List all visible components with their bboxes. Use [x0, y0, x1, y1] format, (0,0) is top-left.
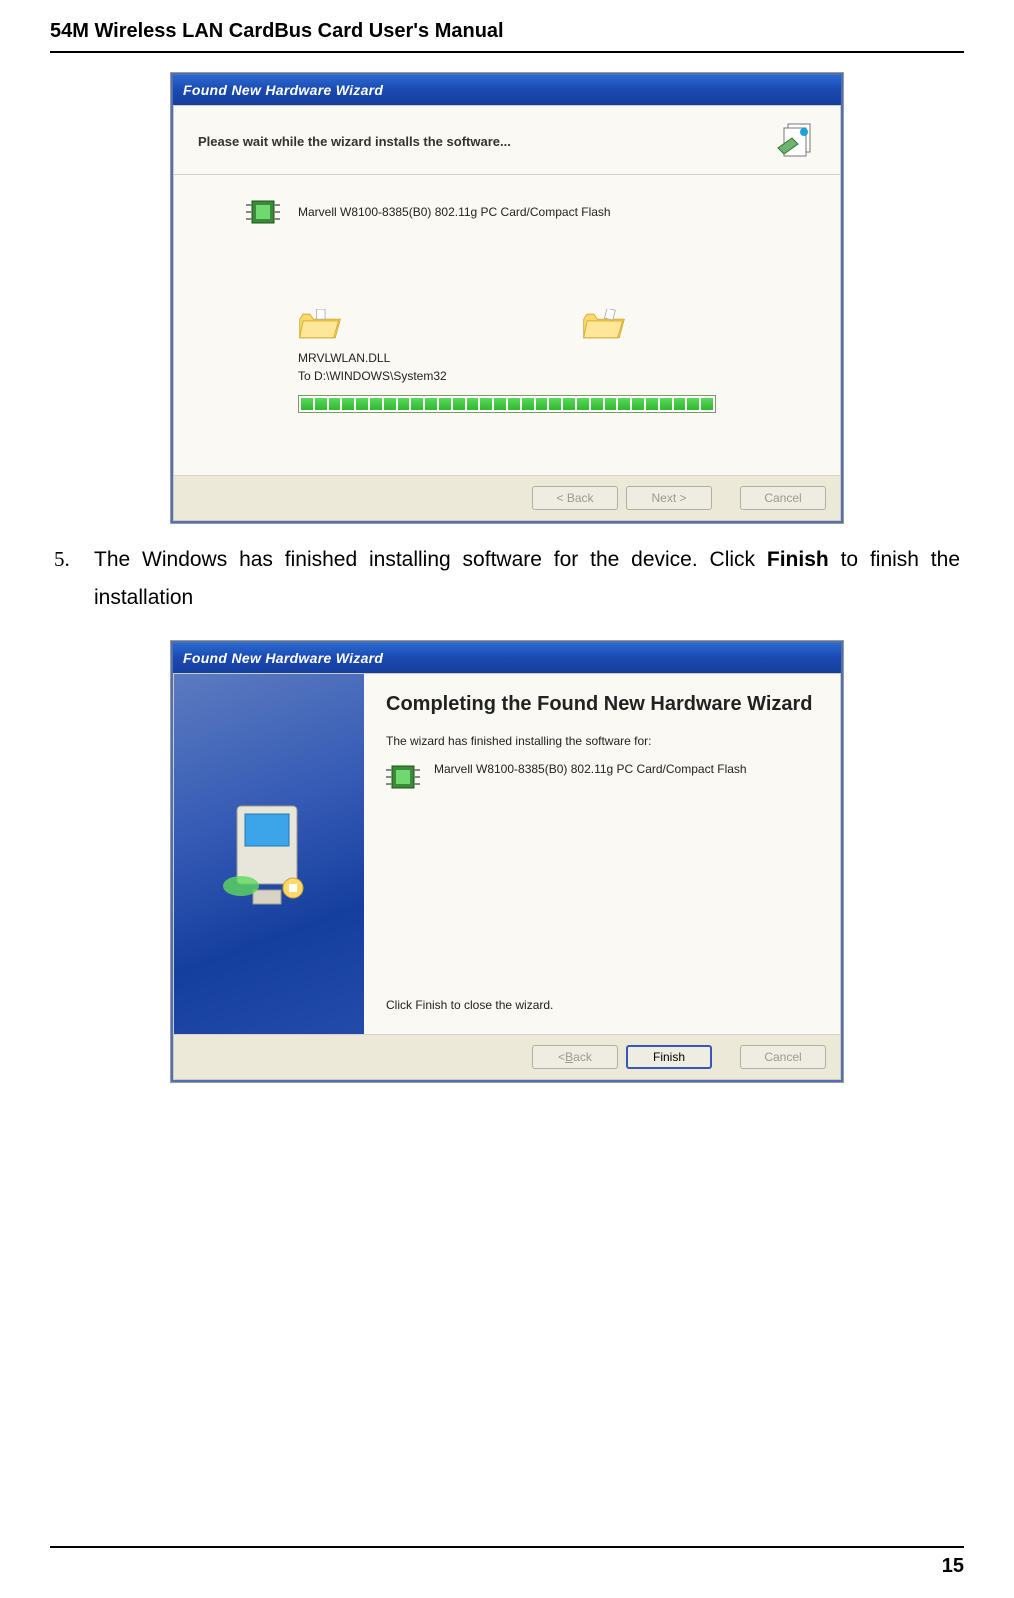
chip-icon	[246, 195, 280, 229]
step-number: 5.	[54, 541, 94, 617]
wizard-subtitle: Please wait while the wizard installs th…	[198, 134, 511, 149]
instruction-step: 5. The Windows has finished installing s…	[54, 541, 960, 617]
button-bar: < Back Next > Cancel	[174, 475, 840, 520]
copying-file: MRVLWLAN.DLL	[298, 349, 816, 367]
chip-icon	[386, 760, 420, 794]
wizard-heading: Completing the Found New Hardware Wizard	[386, 690, 818, 718]
step-text: The Windows has finished installing soft…	[94, 541, 960, 617]
page-number: 15	[942, 1555, 964, 1578]
button-bar: < Back Finish Cancel	[174, 1034, 840, 1079]
wizard-side-graphic	[174, 674, 364, 1034]
back-button[interactable]: < Back	[532, 486, 618, 510]
folder-open-source-icon	[298, 309, 342, 343]
documents-icon	[774, 118, 820, 164]
device-name: Marvell W8100-8385(B0) 802.11g PC Card/C…	[434, 760, 747, 778]
device-name: Marvell W8100-8385(B0) 802.11g PC Card/C…	[298, 205, 611, 219]
wizard-install-dialog: Found New Hardware Wizard Please wait wh…	[50, 73, 964, 523]
cancel-button[interactable]: Cancel	[740, 486, 826, 510]
wizard-desc: The wizard has finished installing the s…	[386, 734, 818, 748]
page-header: 54M Wireless LAN CardBus Card User's Man…	[50, 20, 964, 53]
device-row: Marvell W8100-8385(B0) 802.11g PC Card/C…	[246, 195, 816, 229]
wizard-body: Marvell W8100-8385(B0) 802.11g PC Card/C…	[174, 175, 840, 475]
titlebar: Found New Hardware Wizard	[173, 75, 841, 105]
folder-open-dest-icon	[582, 309, 626, 343]
progress-bar	[298, 395, 716, 413]
wizard-subtitle-row: Please wait while the wizard installs th…	[174, 106, 840, 175]
wizard-complete-dialog: Found New Hardware Wizard Completing the…	[50, 641, 964, 1082]
device-row: Marvell W8100-8385(B0) 802.11g PC Card/C…	[386, 760, 818, 794]
cancel-button[interactable]: Cancel	[740, 1045, 826, 1069]
back-button[interactable]: < Back	[532, 1045, 618, 1069]
footer-rule	[50, 1546, 964, 1548]
finish-button[interactable]: Finish	[626, 1045, 712, 1069]
copying-dest: To D:\WINDOWS\System32	[298, 367, 816, 385]
titlebar: Found New Hardware Wizard	[173, 643, 841, 673]
next-button[interactable]: Next >	[626, 486, 712, 510]
close-hint: Click Finish to close the wizard.	[386, 998, 553, 1012]
